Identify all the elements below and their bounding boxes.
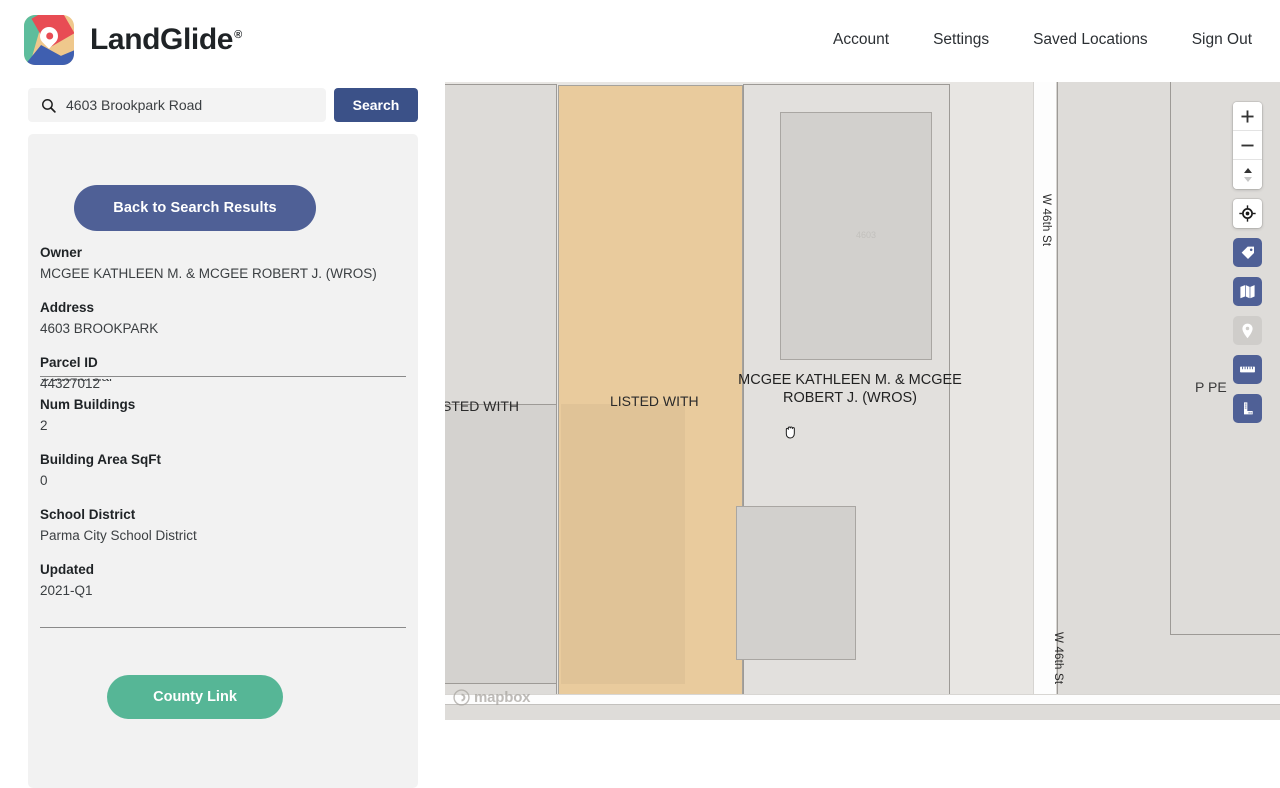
field-address-label: Address [40,300,95,315]
map-road-w46th [1033,82,1057,720]
nav-settings[interactable]: Settings [933,31,989,49]
grab-hand-cursor-icon [785,426,795,439]
brand-title: LandGlide® [90,23,242,57]
search-box[interactable] [28,88,326,122]
map-building-secondary[interactable] [736,506,856,660]
pin-icon [1242,323,1253,338]
map-label-listed-left: STED WITH [445,398,519,414]
plus-icon [1241,109,1254,123]
field-owner-label: Owner [40,245,83,260]
field-school-district-value: Parma City School District [40,528,197,543]
map-label-street-bottom: W 46th St [1052,632,1064,685]
field-school-district-label: School District [40,507,136,522]
field-address: Address 4603 BROOKPARK [40,299,406,338]
field-updated: Updated 2021-Q1 [40,561,406,600]
field-building-area-value: 0 [40,473,48,488]
field-land-use-value: Commercial [40,379,406,386]
field-owner-value: MCGEE KATHLEEN M. & MCGEE ROBERT J. (WRO… [40,266,377,281]
map-layers-button[interactable] [1233,277,1262,306]
mapbox-wordmark: mapbox [474,689,531,706]
field-land-use-clipped: Commercial [40,379,406,386]
drop-pin-button[interactable] [1233,316,1262,345]
nav-sign-out[interactable]: Sign Out [1192,31,1252,49]
map-canvas[interactable]: STED WITH LISTED WITH MCGEE KATHLEEN M. … [445,82,1280,720]
zoom-control-group [1233,102,1262,189]
parcel-fields-primary: Owner MCGEE KATHLEEN M. & MCGEE ROBERT J… [40,244,406,393]
back-to-search-results-button[interactable]: Back to Search Results [74,185,316,231]
measure-area-button[interactable] [1233,394,1262,423]
search-row: Search [28,88,418,122]
geolocate-button[interactable] [1233,199,1262,228]
zoom-out-button[interactable] [1233,131,1262,160]
search-button[interactable]: Search [334,88,418,122]
map-parcel-far-right-inner[interactable] [1170,82,1280,635]
field-owner: Owner MCGEE KATHLEEN M. & MCGEE ROBERT J… [40,244,406,283]
map-controls [1233,102,1262,423]
main-nav: Account Settings Saved Locations Sign Ou… [833,31,1252,49]
field-parcel-id-label: Parcel ID [40,355,98,370]
parcel-labels-button[interactable] [1233,238,1262,267]
field-num-buildings-label: Num Buildings [40,397,136,412]
field-num-buildings-value: 2 [40,418,48,433]
registered-mark: ® [234,29,242,41]
field-updated-value: 2021-Q1 [40,583,93,598]
compass-icon [1243,167,1252,182]
ruler-icon [1240,366,1255,373]
map-parcel-bottom-strip[interactable] [445,704,1280,720]
nav-saved-locations[interactable]: Saved Locations [1033,31,1148,49]
search-input[interactable] [66,88,326,122]
parcel-fields-scroll-region[interactable]: Commercial Num Buildings 2 Building Area… [40,376,406,628]
brand-title-text: LandGlide [90,23,234,56]
map-label-obscured-2: P PE [1195,379,1227,395]
minus-icon [1241,144,1254,146]
measure-distance-button[interactable] [1233,355,1262,384]
geolocate-icon [1239,205,1256,222]
brand: LandGlide® [24,15,242,65]
compass-tilt-button[interactable] [1233,160,1262,189]
search-icon [42,98,56,113]
field-building-area-label: Building Area SqFt [40,452,161,467]
map-label-parcel-number: 4603 [856,230,877,240]
map-parcel-subject-overlay [561,404,685,684]
field-num-buildings: Num Buildings 2 [40,396,406,435]
map-icon [1240,285,1255,299]
landglide-logo-icon [24,15,74,65]
nav-account[interactable]: Account [833,31,889,49]
map-label-street-top: W 46th St [1040,194,1052,247]
tag-icon [1241,246,1254,259]
mapbox-mark-icon [453,689,470,706]
map-label-owner: MCGEE KATHLEEN M. & MCGEE ROBERT J. (WRO… [738,372,962,406]
map-label-listed-right: LISTED WITH [610,393,699,409]
map-road-bottom [445,694,1280,704]
county-link-button[interactable]: County Link [107,675,283,719]
app-header: LandGlide® Account Settings Saved Locati… [0,0,1280,80]
sidebar: Search Back to Search Results Owner MCGE… [0,80,445,788]
field-school-district: School District Parma City School Distri… [40,506,406,545]
mapbox-attribution[interactable]: mapbox [453,689,531,706]
field-address-value: 4603 BROOKPARK [40,321,159,336]
zoom-in-button[interactable] [1233,102,1262,131]
map-parcel-left-lower[interactable] [445,404,557,684]
field-building-area: Building Area SqFt 0 [40,451,406,490]
measure-area-icon [1243,401,1253,414]
field-updated-label: Updated [40,562,94,577]
